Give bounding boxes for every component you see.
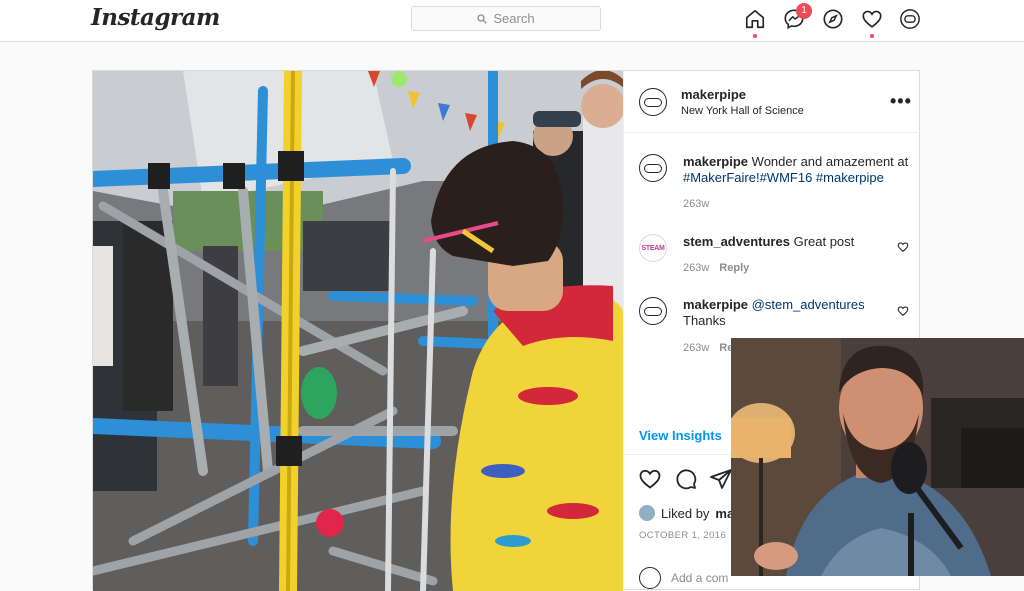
home-indicator-dot — [753, 34, 757, 38]
compass-icon — [823, 9, 843, 29]
post-header: makerpipe New York Hall of Science ••• — [624, 71, 921, 133]
comment-text: stem_adventures Great post — [683, 234, 911, 250]
steam-logo-text: STEAM — [641, 244, 665, 252]
instagram-logo[interactable]: Instagram — [91, 4, 220, 31]
comment-like-heart-icon[interactable] — [897, 241, 909, 253]
more-options-button[interactable]: ••• — [890, 91, 912, 112]
liked-by-line: Liked by ma — [639, 505, 734, 521]
post-photo[interactable] — [93, 71, 623, 591]
caption-username[interactable]: makerpipe — [683, 154, 748, 169]
comment-meta: 263w Re — [683, 342, 733, 354]
webcam-overlay — [731, 338, 1024, 576]
reply-avatar[interactable] — [639, 297, 667, 325]
comment-mention[interactable]: @stem_adventures — [752, 297, 865, 312]
caption-text: makerpipe Wonder and amazement at #Maker… — [683, 154, 911, 186]
comment-username[interactable]: stem_adventures — [683, 234, 790, 249]
messages-badge: 1 — [796, 3, 812, 19]
comment-body: Great post — [793, 234, 855, 249]
caption-body: Wonder and amazement at — [751, 154, 909, 169]
comment-time[interactable]: 263w — [683, 342, 709, 354]
author-username[interactable]: makerpipe — [681, 87, 746, 102]
view-insights-button[interactable]: View Insights — [639, 428, 722, 443]
reply-button[interactable]: Reply — [719, 262, 749, 274]
like-heart-icon[interactable] — [638, 467, 662, 491]
heart-icon — [862, 10, 882, 28]
comment-time[interactable]: 263w — [683, 262, 709, 274]
liker-avatar[interactable] — [639, 505, 655, 521]
search-placeholder: Search — [493, 11, 535, 26]
activity-indicator-dot — [870, 34, 874, 38]
add-comment-field[interactable]: Add a com — [639, 567, 728, 589]
emoji-icon[interactable] — [639, 567, 661, 589]
profile-avatar-icon — [900, 9, 920, 29]
comment-like-heart-icon[interactable] — [897, 305, 909, 317]
comment-username[interactable]: makerpipe — [683, 297, 748, 312]
post-date[interactable]: OCTOBER 1, 2016 — [639, 530, 726, 541]
comment-text: makerpipe @stem_adventures Thanks — [683, 297, 911, 329]
comment-icon[interactable] — [674, 467, 698, 491]
caption-hashtags[interactable]: #MakerFaire!#WMF16 #makerpipe — [683, 170, 884, 185]
search-icon — [477, 13, 488, 24]
caption-time[interactable]: 263w — [683, 198, 709, 210]
stem-adventures-avatar[interactable]: STEAM — [639, 234, 667, 262]
webcam-presenter-illustration — [731, 338, 1024, 576]
messenger-button[interactable]: 1 — [782, 3, 812, 31]
liked-by-label: Liked by — [661, 505, 710, 521]
add-comment-placeholder: Add a com — [671, 571, 729, 585]
post-location[interactable]: New York Hall of Science — [681, 105, 804, 117]
comment-body: Thanks — [683, 313, 726, 328]
makerpipe-logo-icon — [644, 163, 662, 173]
author-avatar[interactable] — [639, 88, 667, 116]
post-photo-illustration — [93, 71, 623, 591]
home-button[interactable] — [743, 7, 767, 38]
profile-button[interactable] — [898, 7, 922, 31]
makerpipe-logo-icon — [644, 97, 662, 107]
caption-avatar[interactable] — [639, 154, 667, 182]
activity-button[interactable] — [860, 7, 884, 38]
share-paper-plane-icon[interactable] — [709, 467, 733, 491]
search-input[interactable]: Search — [411, 6, 601, 31]
makerpipe-logo-icon — [644, 306, 662, 316]
comment-meta: 263w Reply — [683, 262, 749, 274]
home-icon — [745, 9, 765, 29]
top-navigation-bar: Instagram Search 1 — [0, 0, 1024, 42]
explore-button[interactable] — [821, 7, 845, 31]
